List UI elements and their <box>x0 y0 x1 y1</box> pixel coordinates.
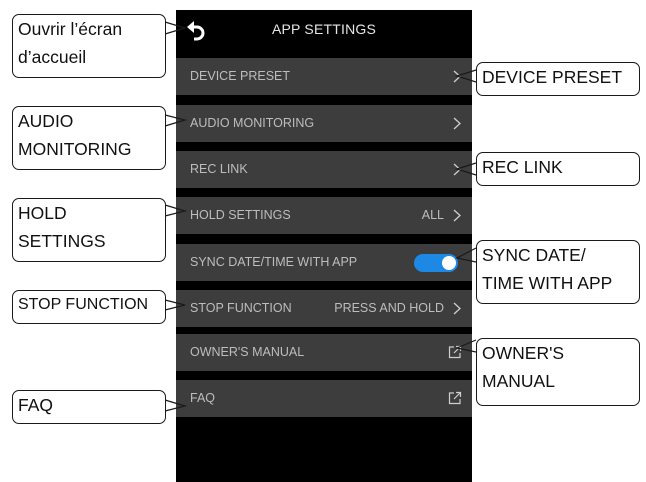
row-label: AUDIO MONITORING <box>190 116 315 130</box>
chevron-right-icon <box>453 209 461 222</box>
callout-line: STOP FUNCTION <box>18 296 149 313</box>
row-label: SYNC DATE/TIME WITH APP <box>190 255 358 269</box>
callout-line: DEVICE PRESET <box>482 67 623 87</box>
callout-line: TIME WITH APP <box>482 273 613 293</box>
callout-line: REC LINK <box>482 157 563 177</box>
external-link-icon <box>448 391 462 405</box>
callout-stop-function: STOP FUNCTION <box>12 290 166 324</box>
callout-rec-link: REC LINK <box>476 152 640 186</box>
callout-line: FAQ <box>18 395 54 415</box>
toggle-knob <box>442 256 456 270</box>
row-owners-manual[interactable]: OWNER'S MANUAL <box>176 334 472 371</box>
callout-line: Ouvrir l’écran <box>18 19 123 39</box>
chevron-right-icon <box>453 117 461 130</box>
app-header: APP SETTINGS <box>176 10 472 52</box>
callout-line: SYNC DATE/ <box>482 245 586 265</box>
callout-line: OWNER'S <box>482 343 565 363</box>
callout-owners-manual: OWNER'S MANUAL <box>476 338 640 406</box>
chevron-right-icon <box>453 70 461 83</box>
chevron-right-icon <box>453 302 461 315</box>
callout-sync-date-time: SYNC DATE/ TIME WITH APP <box>476 240 640 304</box>
callout-faq: FAQ <box>12 390 166 424</box>
callout-home: Ouvrir l’écran d’accueil <box>12 14 166 78</box>
row-faq[interactable]: FAQ <box>176 380 472 417</box>
row-label: HOLD SETTINGS <box>190 208 291 222</box>
page-title: APP SETTINGS <box>271 21 377 37</box>
callout-hold-settings: HOLD SETTINGS <box>12 198 166 262</box>
row-label: OWNER'S MANUAL <box>190 345 305 359</box>
callout-line: HOLD <box>18 203 67 223</box>
row-device-preset[interactable]: DEVICE PRESET <box>176 58 472 95</box>
chevron-right-icon <box>453 163 461 176</box>
row-rec-link[interactable]: REC LINK <box>176 151 472 188</box>
row-label: STOP FUNCTION <box>190 301 292 315</box>
row-label: FAQ <box>190 391 216 405</box>
sync-toggle[interactable] <box>414 254 458 272</box>
row-hold-settings[interactable]: HOLD SETTINGS ALL <box>176 197 472 234</box>
callout-audio-monitoring: AUDIO MONITORING <box>12 106 166 170</box>
row-stop-function[interactable]: STOP FUNCTION PRESS AND HOLD <box>176 290 472 327</box>
callout-line: d’accueil <box>18 47 87 67</box>
callout-line: SETTINGS <box>18 231 106 251</box>
row-value: ALL <box>421 208 444 222</box>
external-link-icon <box>448 345 462 359</box>
row-value: PRESS AND HOLD <box>334 301 444 315</box>
callout-line: MANUAL <box>482 371 555 391</box>
row-label: DEVICE PRESET <box>190 69 291 83</box>
callout-line: AUDIO <box>18 111 74 131</box>
callout-line: MONITORING <box>18 139 132 159</box>
phone-screen: APP SETTINGS DEVICE PRESET AUDIO MONITOR… <box>176 10 472 482</box>
callout-device-preset: DEVICE PRESET <box>476 62 640 96</box>
row-label: REC LINK <box>190 162 248 176</box>
row-audio-monitoring[interactable]: AUDIO MONITORING <box>176 105 472 142</box>
row-sync-date-time: SYNC DATE/TIME WITH APP <box>176 244 472 281</box>
